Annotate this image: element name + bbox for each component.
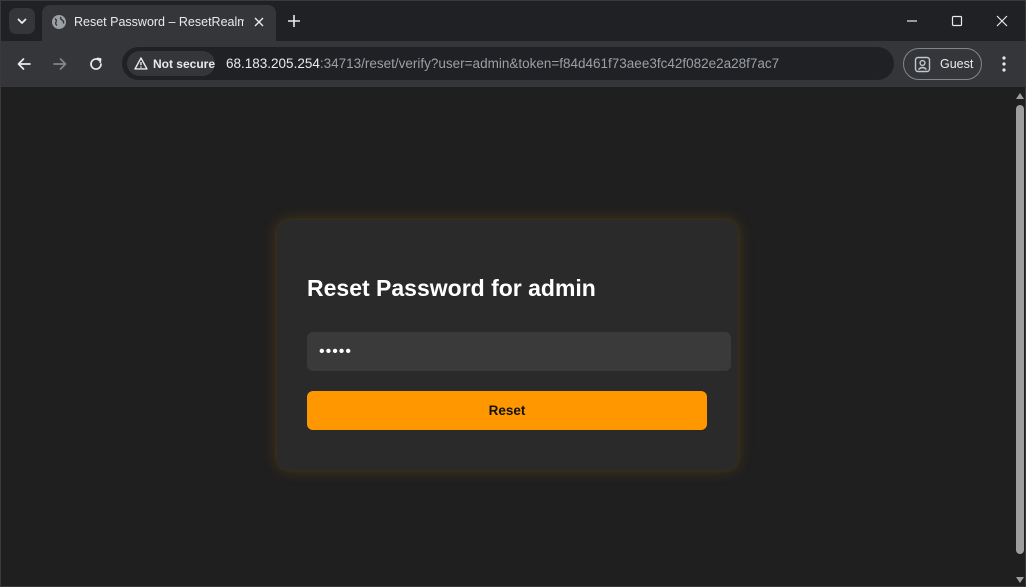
url-text[interactable]: 68.183.205.254:34713/reset/verify?user=a… xyxy=(226,56,779,71)
security-chip[interactable]: Not secure xyxy=(127,51,215,76)
scroll-up-arrow-icon[interactable] xyxy=(1016,92,1024,100)
close-window-button[interactable] xyxy=(979,1,1025,41)
tab-title: Reset Password – ResetRealm xyxy=(74,15,244,29)
vertical-scrollbar[interactable] xyxy=(1013,87,1025,586)
tab-close-button[interactable] xyxy=(250,13,268,31)
profile-icon xyxy=(914,56,931,72)
profile-label: Guest xyxy=(940,57,974,71)
browser-menu-button[interactable] xyxy=(991,51,1017,77)
tab-strip: Reset Password – ResetRealm xyxy=(1,1,1025,41)
close-icon xyxy=(254,17,264,27)
tab-active[interactable]: Reset Password – ResetRealm xyxy=(42,5,276,41)
page-viewport: Reset Password for admin Reset xyxy=(1,87,1013,586)
reset-card: Reset Password for admin Reset xyxy=(277,220,738,470)
scrollbar-thumb[interactable] xyxy=(1016,105,1024,554)
browser-toolbar: Not secure 68.183.205.254:34713/reset/ve… xyxy=(1,41,1025,87)
maximize-icon xyxy=(951,15,963,27)
arrow-right-icon xyxy=(53,58,67,70)
password-input[interactable] xyxy=(307,332,731,371)
page-title: Reset Password for admin xyxy=(307,275,596,301)
chevron-down-icon xyxy=(17,18,27,24)
more-vertical-icon xyxy=(1002,56,1006,72)
forward-button[interactable] xyxy=(46,50,74,78)
new-tab-button[interactable] xyxy=(284,11,304,31)
reset-button[interactable]: Reset xyxy=(307,391,707,430)
profile-button[interactable]: Guest xyxy=(903,48,982,80)
globe-icon xyxy=(52,15,66,29)
arrow-left-icon xyxy=(17,58,31,70)
tab-search-button[interactable] xyxy=(9,8,35,34)
reload-icon xyxy=(90,57,102,70)
browser-window: Reset Password – ResetRealm Not secure 6… xyxy=(0,0,1026,587)
back-button[interactable] xyxy=(10,50,38,78)
minimize-button[interactable] xyxy=(889,1,935,41)
warning-icon xyxy=(134,57,148,70)
scroll-down-arrow-icon[interactable] xyxy=(1016,576,1024,584)
reload-button[interactable] xyxy=(82,50,110,78)
url-host: 68.183.205.254 xyxy=(226,56,320,71)
security-label: Not secure xyxy=(152,56,215,71)
minimize-icon xyxy=(907,20,917,22)
address-bar[interactable]: Not secure 68.183.205.254:34713/reset/ve… xyxy=(122,47,894,80)
url-path: :34713/reset/verify?user=admin&token=f84… xyxy=(319,56,780,71)
plus-icon xyxy=(288,15,300,27)
close-icon xyxy=(996,15,1008,27)
maximize-button[interactable] xyxy=(934,1,980,41)
